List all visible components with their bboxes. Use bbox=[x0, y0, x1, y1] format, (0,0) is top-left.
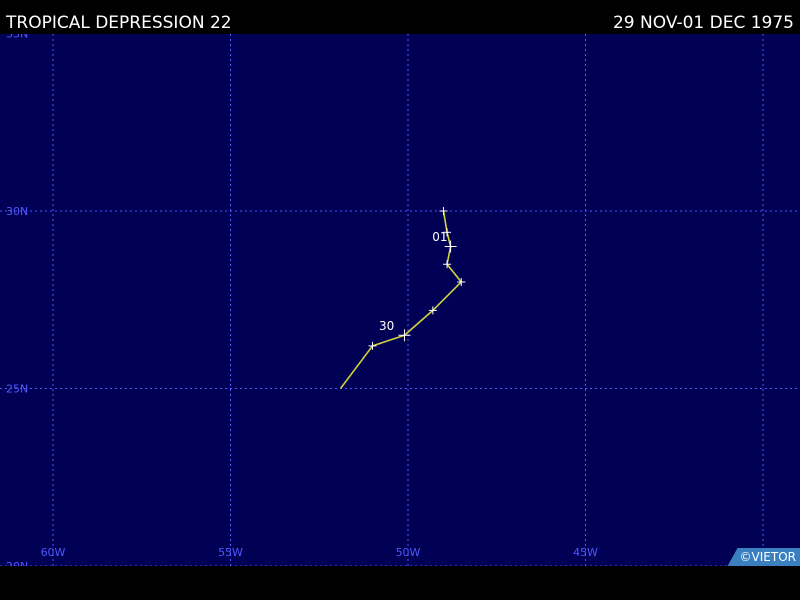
longitude-label: 45W bbox=[573, 546, 598, 559]
latitude-label: 35N bbox=[6, 34, 28, 41]
date-range: 29 NOV-01 DEC 1975 bbox=[612, 13, 794, 33]
latitude-label: 30N bbox=[6, 205, 28, 218]
track-map: 60W55W50W45W40W35N30N25N20N3001 ©VIETOR bbox=[0, 34, 800, 566]
credit-badge: ©VIETOR bbox=[727, 548, 800, 566]
latitude-label: 25N bbox=[6, 383, 28, 396]
longitude-label: 55W bbox=[218, 546, 243, 559]
footer-bar bbox=[0, 566, 800, 600]
day-label: 30 bbox=[379, 319, 394, 333]
position-marker bbox=[439, 207, 448, 215]
longitude-label: 60W bbox=[41, 546, 66, 559]
day-label: 01 bbox=[432, 230, 447, 244]
storm-title: TROPICAL DEPRESSION 22 bbox=[6, 13, 232, 33]
longitude-label: 50W bbox=[396, 546, 421, 559]
header-bar: TROPICAL DEPRESSION 22 29 NOV-01 DEC 197… bbox=[0, 0, 800, 34]
map-canvas: 60W55W50W45W40W35N30N25N20N3001 bbox=[0, 34, 800, 566]
